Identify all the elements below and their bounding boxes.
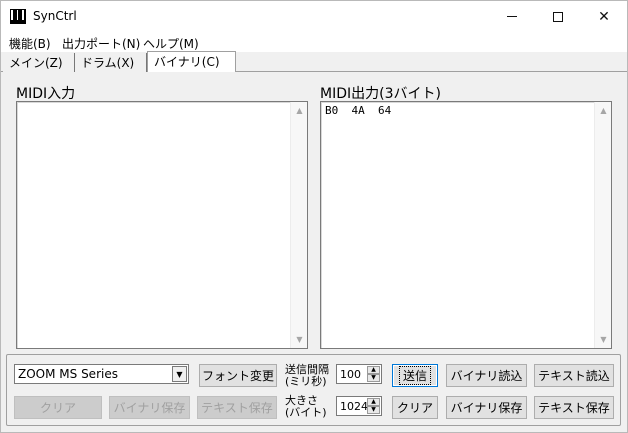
minimize-button[interactable]	[489, 1, 535, 32]
tab-main[interactable]: メイン(Z)	[3, 53, 75, 72]
stepper-up-icon[interactable]: ▲	[367, 398, 380, 406]
stepper-up-icon[interactable]: ▲	[367, 366, 380, 374]
size-label-line1: 大きさ	[285, 394, 318, 407]
text-load-button[interactable]: テキスト読込	[534, 364, 614, 387]
text-save-input-button[interactable]: テキスト保存	[197, 396, 277, 419]
window-title: SynCtrl	[33, 9, 77, 23]
close-icon: ✕	[598, 8, 610, 25]
minimize-icon	[507, 16, 517, 17]
piano-app-icon	[10, 9, 26, 24]
text-save-output-button[interactable]: テキスト保存	[534, 396, 614, 419]
interval-label-line1: 送信間隔	[285, 363, 329, 376]
maximize-icon	[553, 11, 563, 22]
binary-save-input-button[interactable]: バイナリ保存	[109, 396, 190, 419]
close-button[interactable]: ✕	[581, 1, 627, 32]
stepper-down-icon[interactable]: ▼	[367, 374, 380, 382]
font-change-button[interactable]: フォント変更	[199, 364, 277, 387]
scroll-up-icon[interactable]: ▲	[595, 102, 611, 119]
device-select-value: ZOOM MS Series	[18, 367, 118, 381]
menu-help[interactable]: ヘルプ(M)	[143, 35, 199, 52]
stepper-down-icon[interactable]: ▼	[367, 406, 380, 414]
scroll-down-icon[interactable]: ▼	[595, 331, 611, 348]
interval-stepper[interactable]: 100 ▲ ▼	[336, 364, 382, 384]
maximize-button[interactable]	[535, 1, 581, 32]
chevron-down-icon[interactable]: ▼	[172, 366, 187, 382]
midi-output-content: B0 4A 64	[325, 104, 392, 117]
clear-output-button[interactable]: クリア	[392, 396, 438, 419]
size-stepper[interactable]: 1024 ▲ ▼	[336, 396, 382, 416]
tab-bar: メイン(Z) ドラム(X) バイナリ(C)	[1, 51, 627, 72]
midi-output-label: MIDI出力(3バイト)	[320, 86, 441, 102]
midi-output-textarea[interactable]: B0 4A 64 ▲ ▼	[320, 101, 612, 349]
tab-drum[interactable]: ドラム(X)	[75, 53, 147, 72]
tab-binary[interactable]: バイナリ(C)	[147, 51, 236, 72]
app-window: SynCtrl ✕ 機能(B) 出力ポート(N) ヘルプ(M) メイン(Z) ド…	[0, 0, 628, 433]
midi-input-label: MIDI入力	[16, 86, 76, 102]
size-value: 1024	[340, 400, 368, 413]
scroll-down-icon[interactable]: ▼	[291, 331, 307, 348]
size-label-line2: (バイト)	[285, 406, 327, 419]
clear-input-button[interactable]: クリア	[14, 396, 102, 419]
menu-bar: 機能(B) 出力ポート(N) ヘルプ(M)	[1, 32, 627, 52]
midi-output-scrollbar[interactable]: ▲ ▼	[594, 102, 611, 348]
title-bar[interactable]: SynCtrl ✕	[1, 1, 627, 32]
midi-input-textarea[interactable]: ▲ ▼	[16, 101, 308, 349]
menu-function[interactable]: 機能(B)	[9, 35, 51, 52]
midi-input-scrollbar[interactable]: ▲ ▼	[290, 102, 307, 348]
binary-save-output-button[interactable]: バイナリ保存	[446, 396, 527, 419]
menu-output-port[interactable]: 出力ポート(N)	[62, 35, 140, 52]
send-button[interactable]: 送信	[392, 364, 438, 387]
interval-label-line2: (ミリ秒)	[285, 375, 327, 388]
binary-load-button[interactable]: バイナリ読込	[446, 364, 527, 387]
interval-value: 100	[340, 368, 361, 381]
device-select[interactable]: ZOOM MS Series ▼	[14, 364, 189, 384]
scroll-up-icon[interactable]: ▲	[291, 102, 307, 119]
